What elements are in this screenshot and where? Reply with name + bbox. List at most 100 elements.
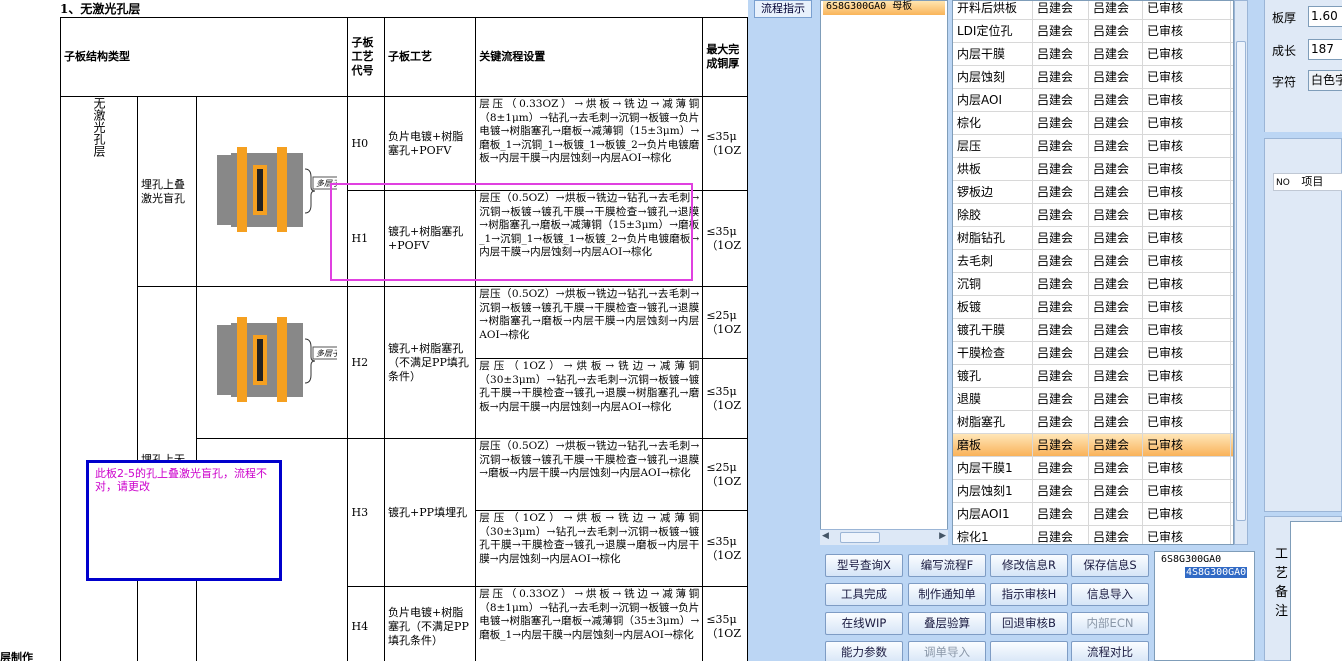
grid-row[interactable]: 内层干膜 吕建会 吕建会 已审核 <box>953 43 1233 66</box>
step-name-cell: 退膜 <box>953 388 1033 410</box>
grid-row[interactable]: 镀孔干膜 吕建会 吕建会 已审核 <box>953 319 1233 342</box>
blank-button[interactable] <box>990 641 1068 661</box>
grid-row[interactable]: 开料后烘板 吕建会 吕建会 已审核 <box>953 1 1233 20</box>
scroll-thumb[interactable] <box>1236 41 1246 521</box>
grid-row[interactable]: 棕化 吕建会 吕建会 已审核 <box>953 112 1233 135</box>
grid-row[interactable]: 内层蚀刻1 吕建会 吕建会 已审核 <box>953 480 1233 503</box>
author-cell: 吕建会 <box>1033 526 1089 544</box>
author-cell: 吕建会 <box>1033 66 1089 88</box>
remark-input[interactable] <box>1290 521 1342 661</box>
horizontal-scrollbar[interactable]: ◀ ▶ <box>820 529 948 545</box>
grid-row[interactable]: 板镀 吕建会 吕建会 已审核 <box>953 296 1233 319</box>
grid-row[interactable]: 磨板 吕建会 吕建会 已审核 <box>953 434 1233 457</box>
col-no: NO <box>1276 178 1290 188</box>
grid-row[interactable]: 退膜 吕建会 吕建会 已审核 <box>953 388 1233 411</box>
instruction-audit-button[interactable]: 指示审核H <box>990 583 1068 606</box>
grid-row[interactable]: 去毛刺 吕建会 吕建会 已审核 <box>953 250 1233 273</box>
status-cell: 已审核 <box>1143 526 1231 544</box>
board-list-item-selected[interactable]: 6S8G300GA0 母板 <box>823 1 945 15</box>
order-import-button[interactable]: 调单导入 <box>908 641 986 661</box>
step-name-cell: 内层蚀刻1 <box>953 480 1033 502</box>
row-flow: 层压（0.5OZ）→烘板→铣边→钻孔→去毛刺→沉铜→板镀→镀孔干膜→干膜检查→镀… <box>475 286 704 359</box>
step-name-cell: 内层干膜1 <box>953 457 1033 479</box>
grid-row[interactable]: 树脂塞孔 吕建会 吕建会 已审核 <box>953 411 1233 434</box>
tree-node-root[interactable]: 6S8G300GA0 <box>1161 554 1221 565</box>
reviewer-cell: 吕建会 <box>1089 135 1143 157</box>
grid-row[interactable]: 沉铜 吕建会 吕建会 已审核 <box>953 273 1233 296</box>
status-cell: 已审核 <box>1143 273 1231 295</box>
author-cell: 吕建会 <box>1033 296 1089 318</box>
online-wip-button[interactable]: 在线WIP <box>825 612 903 635</box>
scroll-left-icon[interactable]: ◀ <box>822 531 829 541</box>
scroll-right-icon[interactable]: ▶ <box>939 531 946 541</box>
grid-row[interactable]: 除胶 吕建会 吕建会 已审核 <box>953 204 1233 227</box>
grid-row[interactable]: LDI定位孔 吕建会 吕建会 已审核 <box>953 20 1233 43</box>
author-cell: 吕建会 <box>1033 319 1089 341</box>
header-code: 子板工艺代号 <box>347 17 386 97</box>
row-code: H4 <box>347 586 386 661</box>
board-list[interactable]: 6S8G300GA0 母板 <box>820 0 948 545</box>
board-info-panel: 板厚 1.60 成长 187 字符 白色字 <box>1264 0 1342 132</box>
flow-indicator-tab[interactable]: 流程指示 <box>754 0 812 18</box>
make-notice-button[interactable]: 制作通知单 <box>908 583 986 606</box>
growth-field[interactable]: 187 <box>1308 39 1342 60</box>
row-flow: 层压（0.5OZ）→烘板→铣边→钻孔→去毛刺→沉铜→板镀→镀孔干膜→干膜检查→镀… <box>475 438 704 511</box>
step-name-cell: 内层AOI <box>953 89 1033 111</box>
rollback-audit-button[interactable]: 回退审核B <box>990 612 1068 635</box>
step-name-cell: 板镀 <box>953 296 1033 318</box>
thickness-field[interactable]: 1.60 <box>1308 6 1342 27</box>
status-cell: 已审核 <box>1143 296 1231 318</box>
row-flow: 层压（1OZ）→烘板→铣边→减薄铜（30±3μm）→钻孔→去毛刺→沉铜→板镀→镀… <box>475 510 704 587</box>
row-process: 负片电镀+树脂塞孔（不满足PP填孔条件） <box>384 586 477 661</box>
remark-panel: 工艺备注 <box>1264 516 1342 661</box>
step-name-cell: 棕化1 <box>953 526 1033 544</box>
step-name-cell: 树脂钻孔 <box>953 227 1033 249</box>
board-tree[interactable]: 6S8G300GA0 4S8G300GA0 <box>1154 551 1255 661</box>
author-cell: 吕建会 <box>1033 135 1089 157</box>
vertical-scrollbar[interactable] <box>1234 0 1248 545</box>
internal-ecn-button[interactable]: 内部ECN <box>1071 612 1149 635</box>
grid-row[interactable]: 内层AOI1 吕建会 吕建会 已审核 <box>953 503 1233 526</box>
grid-row[interactable]: 烘板 吕建会 吕建会 已审核 <box>953 158 1233 181</box>
grid-row[interactable]: 内层蚀刻 吕建会 吕建会 已审核 <box>953 66 1233 89</box>
grid-row[interactable]: 镀孔 吕建会 吕建会 已审核 <box>953 365 1233 388</box>
author-cell: 吕建会 <box>1033 43 1089 65</box>
status-cell: 已审核 <box>1143 135 1231 157</box>
tool-complete-button[interactable]: 工具完成 <box>825 583 903 606</box>
status-cell: 已审核 <box>1143 319 1231 341</box>
scroll-thumb[interactable] <box>840 532 880 543</box>
flow-compare-button[interactable]: 流程对比 <box>1071 641 1149 661</box>
modify-info-button[interactable]: 修改信息R <box>990 554 1068 577</box>
step-name-cell: 内层干膜 <box>953 43 1033 65</box>
save-info-button[interactable]: 保存信息S <box>1071 554 1149 577</box>
flow-app-window: 流程指示 6S8G300GA0 母板 ◀ ▶ 开料后烘板 吕建会 吕建会 已审核 LDI… <box>748 0 1342 661</box>
pcb-stack-icon: 多层子板 <box>216 147 337 232</box>
grid-row[interactable]: 树脂钻孔 吕建会 吕建会 已审核 <box>953 227 1233 250</box>
author-cell: 吕建会 <box>1033 273 1089 295</box>
stackup-check-button[interactable]: 叠层验算 <box>908 612 986 635</box>
char-field[interactable]: 白色字 <box>1308 70 1342 91</box>
step-name-cell: 树脂塞孔 <box>953 411 1033 433</box>
review-comment[interactable]: 此板2-5的孔上叠激光盲孔，流程不对，请更改 <box>86 460 282 581</box>
author-cell: 吕建会 <box>1033 158 1089 180</box>
reviewer-cell: 吕建会 <box>1089 204 1143 226</box>
grid-row[interactable]: 内层AOI 吕建会 吕建会 已审核 <box>953 89 1233 112</box>
step-name-cell: LDI定位孔 <box>953 20 1033 42</box>
model-query-button[interactable]: 型号查询X <box>825 554 903 577</box>
write-flow-button[interactable]: 编写流程F <box>908 554 986 577</box>
author-cell: 吕建会 <box>1033 20 1089 42</box>
process-grid: 开料后烘板 吕建会 吕建会 已审核 LDI定位孔 吕建会 吕建会 已审核 内层干膜 吕建会 吕建会已… <box>952 0 1234 545</box>
row-max: ≤35μ（1OZ <box>702 586 748 661</box>
status-cell: 已审核 <box>1143 89 1231 111</box>
tree-node-child[interactable]: 4S8G300GA0 <box>1185 567 1248 578</box>
grid-row[interactable]: 干膜检查 吕建会 吕建会 已审核 <box>953 342 1233 365</box>
grid-row[interactable]: 锣板边 吕建会 吕建会 已审核 <box>953 181 1233 204</box>
pcb-diagram-2: 多层子板 <box>195 286 349 439</box>
grid-row[interactable]: 内层干膜1 吕建会 吕建会 已审核 <box>953 457 1233 480</box>
grid-row[interactable]: 棕化1 吕建会 吕建会 已审核 <box>953 526 1233 544</box>
info-import-button[interactable]: 信息导入 <box>1071 583 1149 606</box>
grid-row[interactable]: 层压 吕建会 吕建会 已审核 <box>953 135 1233 158</box>
status-cell: 已审核 <box>1143 342 1231 364</box>
capability-params-button[interactable]: 能力参数 <box>825 641 903 661</box>
author-cell: 吕建会 <box>1033 1 1089 19</box>
